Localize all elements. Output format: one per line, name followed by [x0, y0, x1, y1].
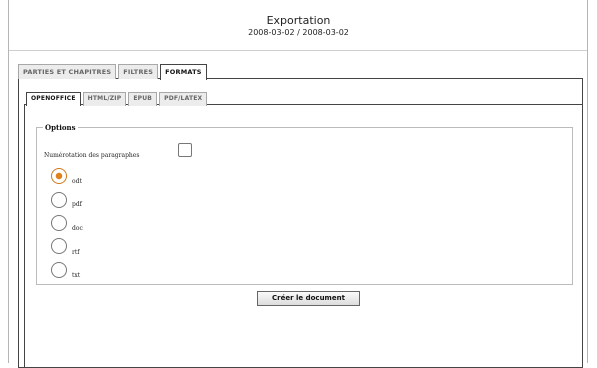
outer-tab-bar: PARTIES ET CHAPITRES FILTRES FORMATS — [18, 64, 209, 80]
radio-doc-label: doc — [72, 225, 83, 232]
radio-odt[interactable] — [51, 168, 67, 184]
numbering-checkbox[interactable] — [178, 143, 192, 157]
radio-rtf-label: rtf — [72, 249, 80, 256]
inner-tab-bar: OPENOFFICE HTML/ZIP EPUB PDF/LATEX — [26, 92, 209, 106]
radio-pdf-label: pdf — [72, 201, 82, 208]
tab-epub[interactable]: EPUB — [128, 92, 158, 106]
radio-txt-label: txt — [72, 272, 81, 279]
radio-odt-label: odt — [72, 178, 82, 185]
tab-formats[interactable]: FORMATS — [160, 64, 207, 80]
radio-pdf[interactable] — [51, 192, 67, 208]
date-range: 2008-03-02 / 2008-03-02 — [248, 28, 349, 37]
radio-rtf[interactable] — [51, 238, 67, 254]
tab-html-zip[interactable]: HTML/ZIP — [82, 92, 127, 106]
radio-txt[interactable] — [51, 262, 67, 278]
radio-doc[interactable] — [51, 215, 67, 231]
tab-parties-et-chapitres[interactable]: PARTIES ET CHAPITRES — [18, 64, 117, 79]
header-divider — [9, 50, 587, 51]
tab-openoffice[interactable]: OPENOFFICE — [26, 92, 81, 106]
tab-filtres[interactable]: FILTRES — [118, 64, 159, 79]
tab-pdf-latex[interactable]: PDF/LATEX — [159, 92, 208, 106]
numbering-label: Numérotation des paragraphes — [44, 152, 140, 159]
options-legend: Options — [45, 123, 76, 132]
create-document-button[interactable]: Créer le document — [257, 291, 360, 306]
page-title: Exportation — [266, 14, 331, 27]
options-fieldset: Options — [36, 123, 573, 285]
